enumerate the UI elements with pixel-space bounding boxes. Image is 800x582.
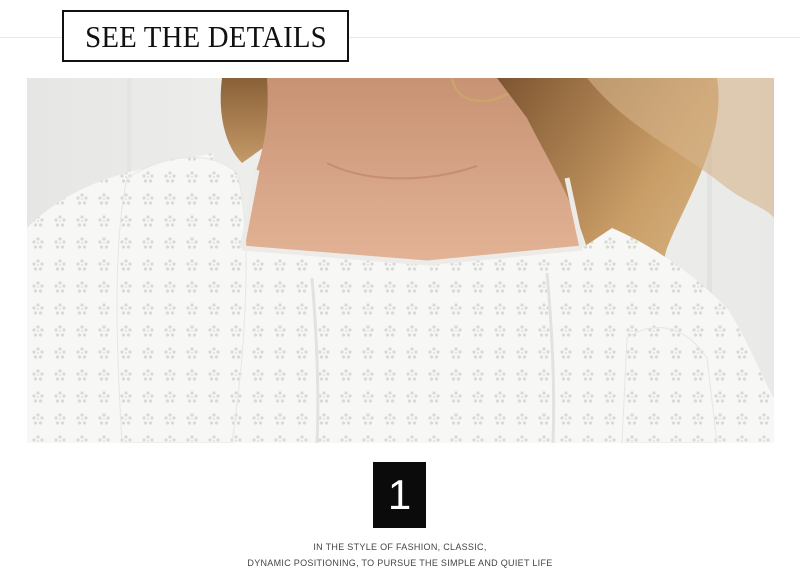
detail-number: 1 <box>387 471 412 518</box>
product-detail-photo <box>27 78 774 443</box>
section-heading: SEE THE DETAILS <box>84 18 327 54</box>
section-heading-box: SEE THE DETAILS <box>62 10 349 62</box>
caption-line-1: IN THE STYLE OF FASHION, CLASSIC, <box>313 542 487 552</box>
detail-number-badge: 1 <box>373 462 426 528</box>
blouse-closeup-image <box>27 78 774 443</box>
caption-line-2: DYNAMIC POSITIONING, TO PURSUE THE SIMPL… <box>247 558 553 568</box>
